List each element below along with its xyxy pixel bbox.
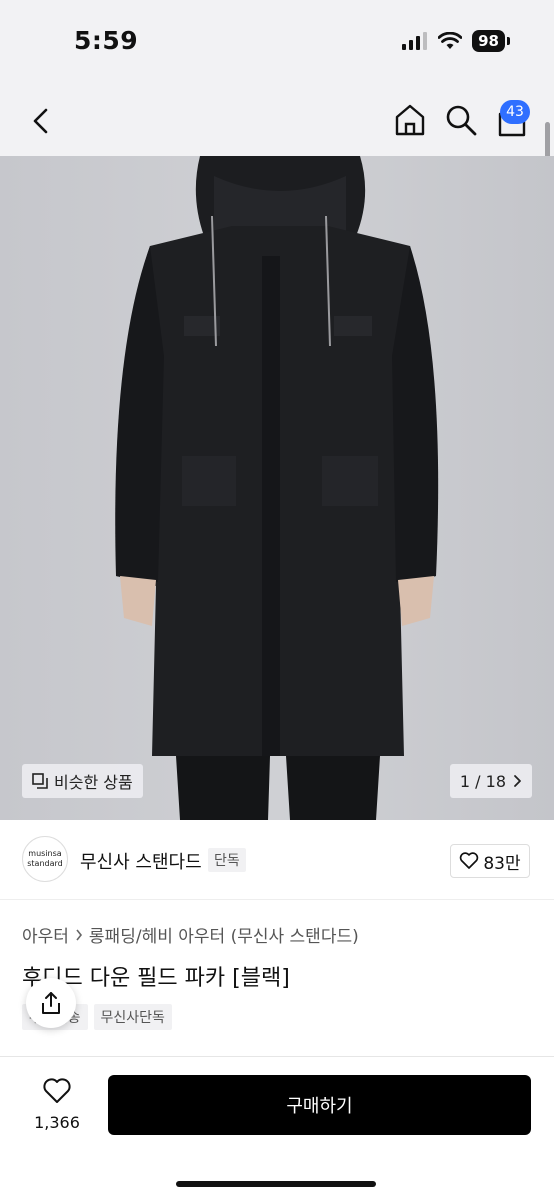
bottom-action-bar: 1,366 구매하기 [0,1056,554,1200]
tag-musinsa-exclusive: 무신사단독 [93,1004,172,1030]
back-icon[interactable] [26,104,56,138]
home-icon[interactable] [392,102,428,138]
heart-icon [43,1078,71,1103]
share-button[interactable] [26,978,76,1028]
search-icon[interactable] [444,102,478,138]
image-page-counter[interactable]: 1 / 18 [449,764,532,798]
chevron-right-icon [514,775,521,787]
status-icons: 98 [402,30,510,52]
status-bar: 5:59 98 [0,0,554,84]
similar-products-label: 비슷한 상품 [54,773,133,792]
battery-tip [507,37,510,45]
breadcrumb: 아우터 롱패딩/헤비 아우터 (무신사 스탠다드) [22,922,359,947]
share-icon [42,992,60,1014]
breadcrumb-subcategory[interactable]: 롱패딩/헤비 아우터 (무신사 스탠다드) [89,922,359,947]
brand-logo-line2: standard [27,859,63,868]
wifi-icon [438,32,463,49]
signal-icon [402,32,428,50]
nav-bar [0,84,554,156]
home-indicator [176,1181,376,1187]
exclusive-badge: 단독 [208,848,246,872]
parka-illustration [0,156,554,820]
page-counter-label: 1 / 18 [459,771,506,791]
similar-icon [32,773,48,789]
wishlist-count: 1,366 [34,1113,80,1132]
wishlist-button[interactable]: 1,366 [22,1077,92,1132]
buy-button[interactable]: 구매하기 [108,1075,531,1135]
brand-logo-line1: musinsa [28,849,62,858]
battery-indicator: 98 [472,30,505,52]
brand-like-button[interactable]: 83만 [450,844,530,878]
brand-row[interactable]: musinsa standard 무신사 스탠다드 단독 83만 [0,820,554,900]
chevron-right-icon [76,929,82,940]
brand-logo[interactable]: musinsa standard [22,836,68,882]
brand-name[interactable]: 무신사 스탠다드 [80,848,202,874]
breadcrumb-category[interactable]: 아우터 [22,922,69,947]
brand-like-count: 83만 [483,853,521,874]
heart-icon [460,852,479,869]
cart-count-badge: 43 [500,100,530,124]
status-time: 5:59 [74,26,139,55]
product-image[interactable]: 비슷한 상품 1 / 18 [0,156,554,820]
similar-products-button[interactable]: 비슷한 상품 [22,764,143,798]
